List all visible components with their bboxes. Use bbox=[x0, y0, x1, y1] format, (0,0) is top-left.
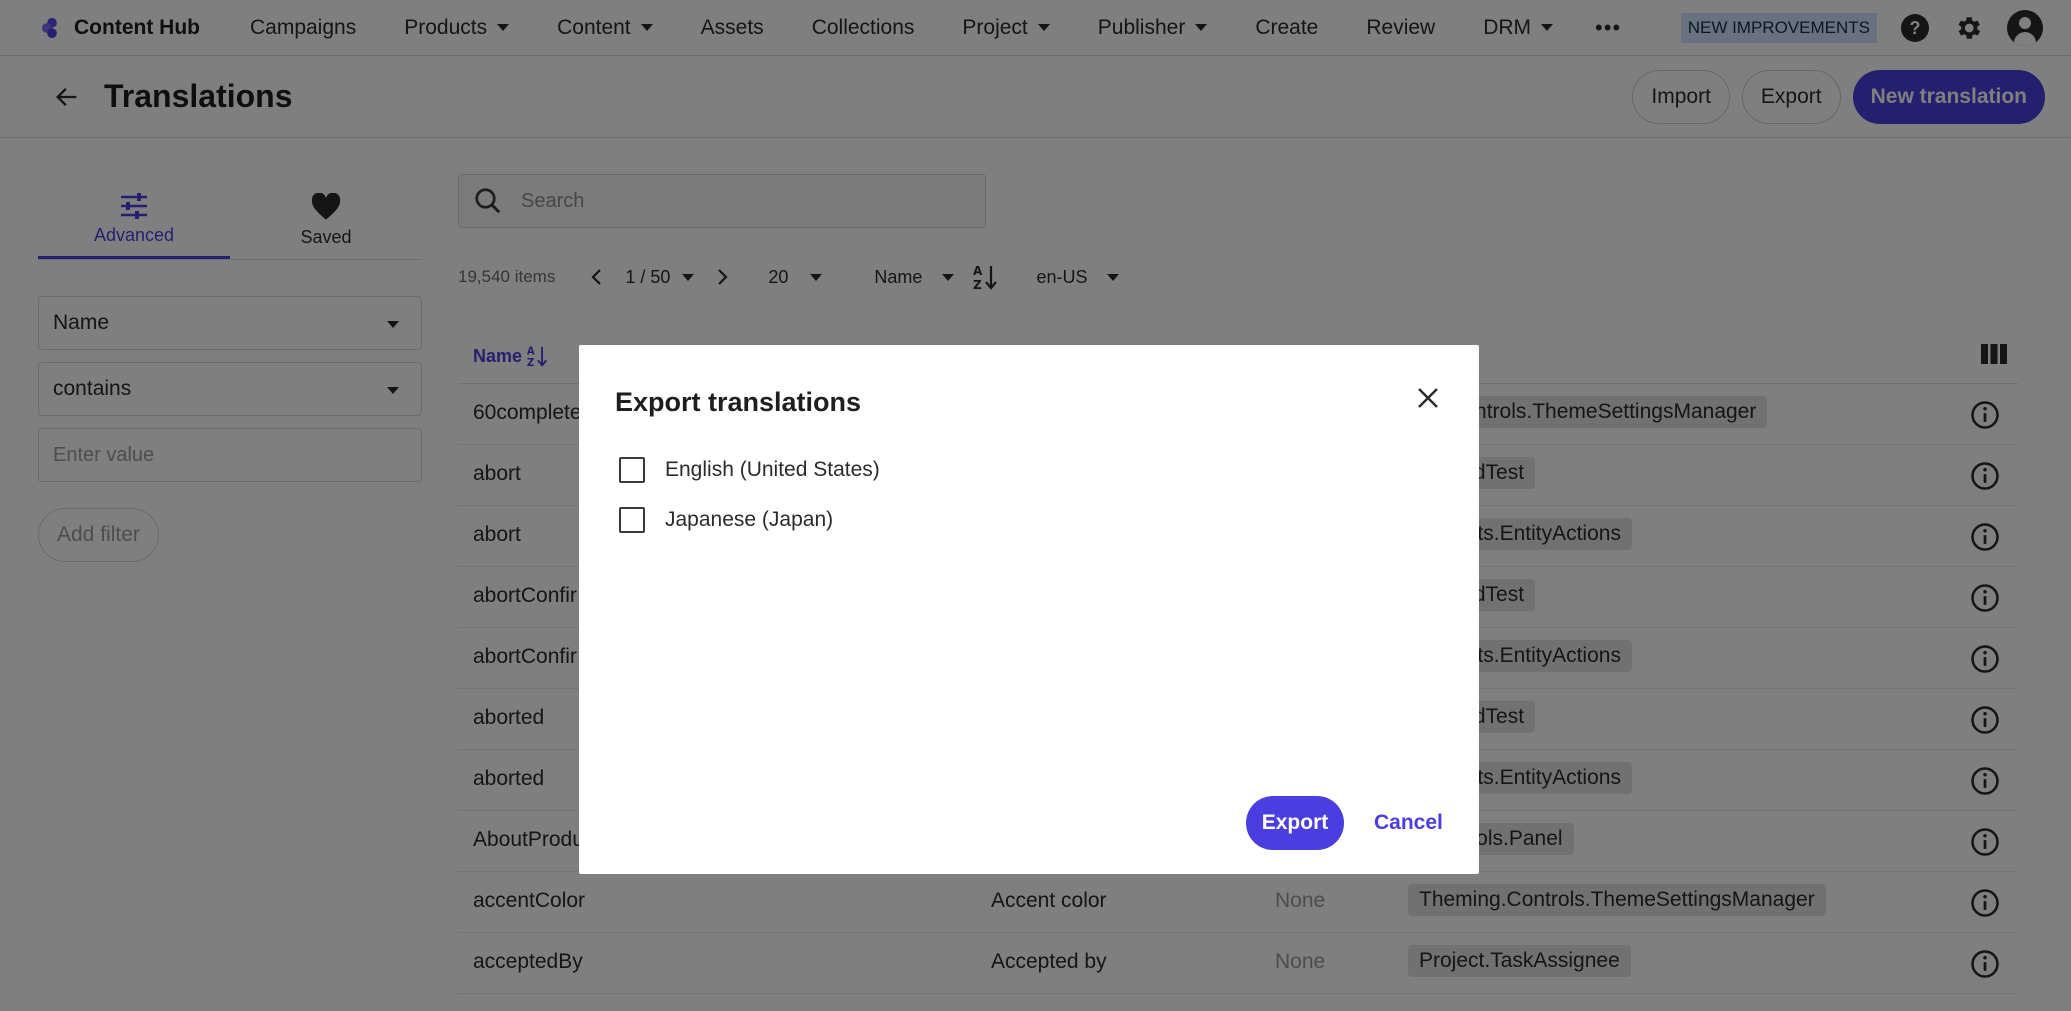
dialog-title: Export translations bbox=[615, 387, 862, 417]
english-checkbox[interactable] bbox=[619, 457, 645, 483]
close-icon[interactable] bbox=[1413, 383, 1443, 413]
export-translations-dialog: Export translations English (United Stat… bbox=[579, 345, 1479, 874]
japanese-checkbox[interactable] bbox=[619, 507, 645, 533]
option-label: English (United States) bbox=[665, 458, 880, 481]
option-english-united-states[interactable]: English (United States) bbox=[619, 457, 880, 483]
dialog-cancel-button[interactable]: Cancel bbox=[1374, 796, 1443, 850]
option-japanese-japan[interactable]: Japanese (Japan) bbox=[619, 507, 833, 533]
option-label: Japanese (Japan) bbox=[665, 508, 834, 531]
dialog-export-button[interactable]: Export bbox=[1246, 796, 1344, 850]
